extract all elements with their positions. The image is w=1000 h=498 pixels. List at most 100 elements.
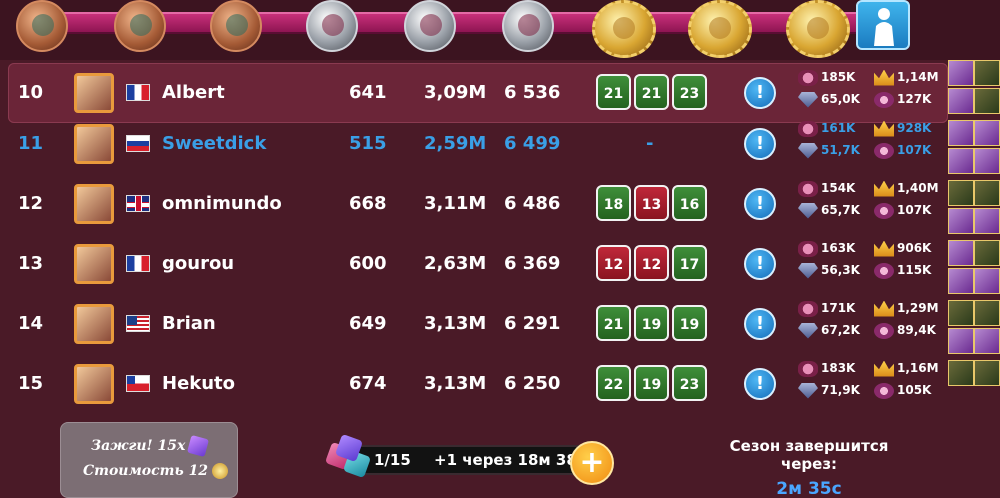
reward-tile[interactable] (974, 268, 1000, 294)
gem-icon (798, 91, 818, 108)
reward-tile[interactable] (974, 180, 1000, 206)
gold-medal-icon[interactable] (592, 0, 656, 58)
player-power: 3,13M (424, 313, 487, 334)
bronze-medal-icon[interactable] (114, 0, 166, 52)
rank: 13 (18, 253, 44, 274)
stat-attack: 154K (821, 181, 856, 195)
reward-tile[interactable] (948, 180, 974, 206)
reward-tile[interactable] (974, 148, 1000, 174)
flag-icon (126, 195, 150, 212)
match-score-win: 21 (634, 74, 669, 110)
stat-heart: 107K (897, 203, 932, 217)
reward-tile[interactable] (948, 60, 974, 86)
reward-tile[interactable] (948, 208, 974, 234)
avatar[interactable] (74, 244, 114, 284)
avatar[interactable] (74, 73, 114, 113)
gem-icon (798, 202, 818, 219)
player-points: 6 499 (504, 133, 561, 154)
player-name[interactable]: gourou (162, 234, 234, 294)
reward-tiles-column (948, 60, 1000, 405)
leaderboard-row[interactable]: 11 Sweetdick 515 2,59M 6 499 - ! 161K 92… (0, 114, 948, 174)
rank: 11 (18, 133, 44, 154)
reward-tile[interactable] (974, 300, 1000, 326)
flag-icon (126, 135, 150, 152)
silver-medal-icon[interactable] (404, 0, 456, 52)
heart-icon (874, 262, 894, 279)
silver-medal-icon[interactable] (502, 0, 554, 52)
reward-tile[interactable] (974, 120, 1000, 146)
leaderboard-row[interactable]: 13 gourou 600 2,63M 6 369 12 12 17 ! 163K … (0, 234, 948, 294)
player-level: 668 (349, 193, 387, 214)
add-energy-button[interactable]: + (570, 441, 614, 485)
crown-icon (874, 360, 894, 377)
reward-tile[interactable] (974, 60, 1000, 86)
gem-icon (798, 262, 818, 279)
reward-tile[interactable] (948, 240, 974, 266)
info-button[interactable]: ! (744, 77, 776, 109)
avatar[interactable] (74, 124, 114, 164)
bronze-medal-icon[interactable] (210, 0, 262, 52)
info-button[interactable]: ! (744, 308, 776, 340)
fist-icon (798, 300, 818, 317)
reward-tile[interactable] (948, 268, 974, 294)
avatar[interactable] (74, 364, 114, 404)
player-level: 649 (349, 313, 387, 334)
reward-tile[interactable] (974, 88, 1000, 114)
season-timer: Сезон завершится через: 2м 35с (704, 437, 914, 498)
avatar[interactable] (74, 184, 114, 224)
reward-tile[interactable] (948, 88, 974, 114)
reward-tile[interactable] (948, 120, 974, 146)
info-button[interactable]: ! (744, 368, 776, 400)
reward-tile[interactable] (948, 328, 974, 354)
leaderboard-row[interactable]: 14 Brian 649 3,13M 6 291 21 19 19 ! 171K 1… (0, 294, 948, 354)
fist-icon (798, 180, 818, 197)
ignite-cost-label: Стоимость 12 (83, 463, 209, 479)
match-score-win: 22 (596, 365, 631, 401)
stat-heart: 89,4K (897, 323, 936, 337)
stat-crown: 928K (897, 121, 932, 135)
gold-medal-icon[interactable] (688, 0, 752, 58)
silver-medal-icon[interactable] (306, 0, 358, 52)
reward-tile[interactable] (948, 360, 974, 386)
reward-tile[interactable] (974, 240, 1000, 266)
player-name[interactable]: omnimundo (162, 174, 282, 234)
gem-icon (798, 142, 818, 159)
reward-tile[interactable] (974, 328, 1000, 354)
reward-tile[interactable] (974, 360, 1000, 386)
stat-attack: 183K (821, 361, 856, 375)
bronze-medal-icon[interactable] (16, 0, 68, 52)
stat-defense: 51,7K (821, 143, 860, 157)
player-power: 2,59M (424, 133, 487, 154)
match-score-win: 21 (596, 305, 631, 341)
info-button[interactable]: ! (744, 248, 776, 280)
stat-defense: 65,7K (821, 203, 860, 217)
gem-icon (187, 434, 210, 458)
avatar[interactable] (74, 304, 114, 344)
player-name[interactable]: Brian (162, 294, 216, 354)
stat-defense: 56,3K (821, 263, 860, 277)
match-score-lose: 13 (634, 185, 669, 221)
heart-icon (874, 91, 894, 108)
profile-button[interactable] (856, 0, 910, 50)
leaderboard-row[interactable]: 12 omnimundo 668 3,11M 6 486 18 13 16 ! 15… (0, 174, 948, 234)
ignite-button[interactable]: Зажги! 15x Стоимость 12 (60, 422, 238, 498)
player-level: 515 (349, 133, 387, 154)
reward-tile[interactable] (948, 300, 974, 326)
info-button[interactable]: ! (744, 128, 776, 160)
info-button[interactable]: ! (744, 188, 776, 220)
season-label: Сезон завершится через: (729, 437, 889, 473)
player-power: 3,11M (424, 193, 487, 214)
reward-tile[interactable] (974, 208, 1000, 234)
match-score-win: 23 (672, 74, 707, 110)
player-power: 2,63M (424, 253, 487, 274)
heart-icon (874, 322, 894, 339)
profile-silhouette-icon (874, 8, 894, 46)
match-score-win: 18 (596, 185, 631, 221)
flag-icon (126, 255, 150, 272)
reward-tile[interactable] (948, 148, 974, 174)
stat-crown: 906K (897, 241, 932, 255)
player-name[interactable]: Sweetdick (162, 114, 266, 174)
gold-medal-icon[interactable] (786, 0, 850, 58)
energy-bar: 1/15 +1 через 18м 38с (346, 445, 594, 475)
crown-icon (874, 300, 894, 317)
